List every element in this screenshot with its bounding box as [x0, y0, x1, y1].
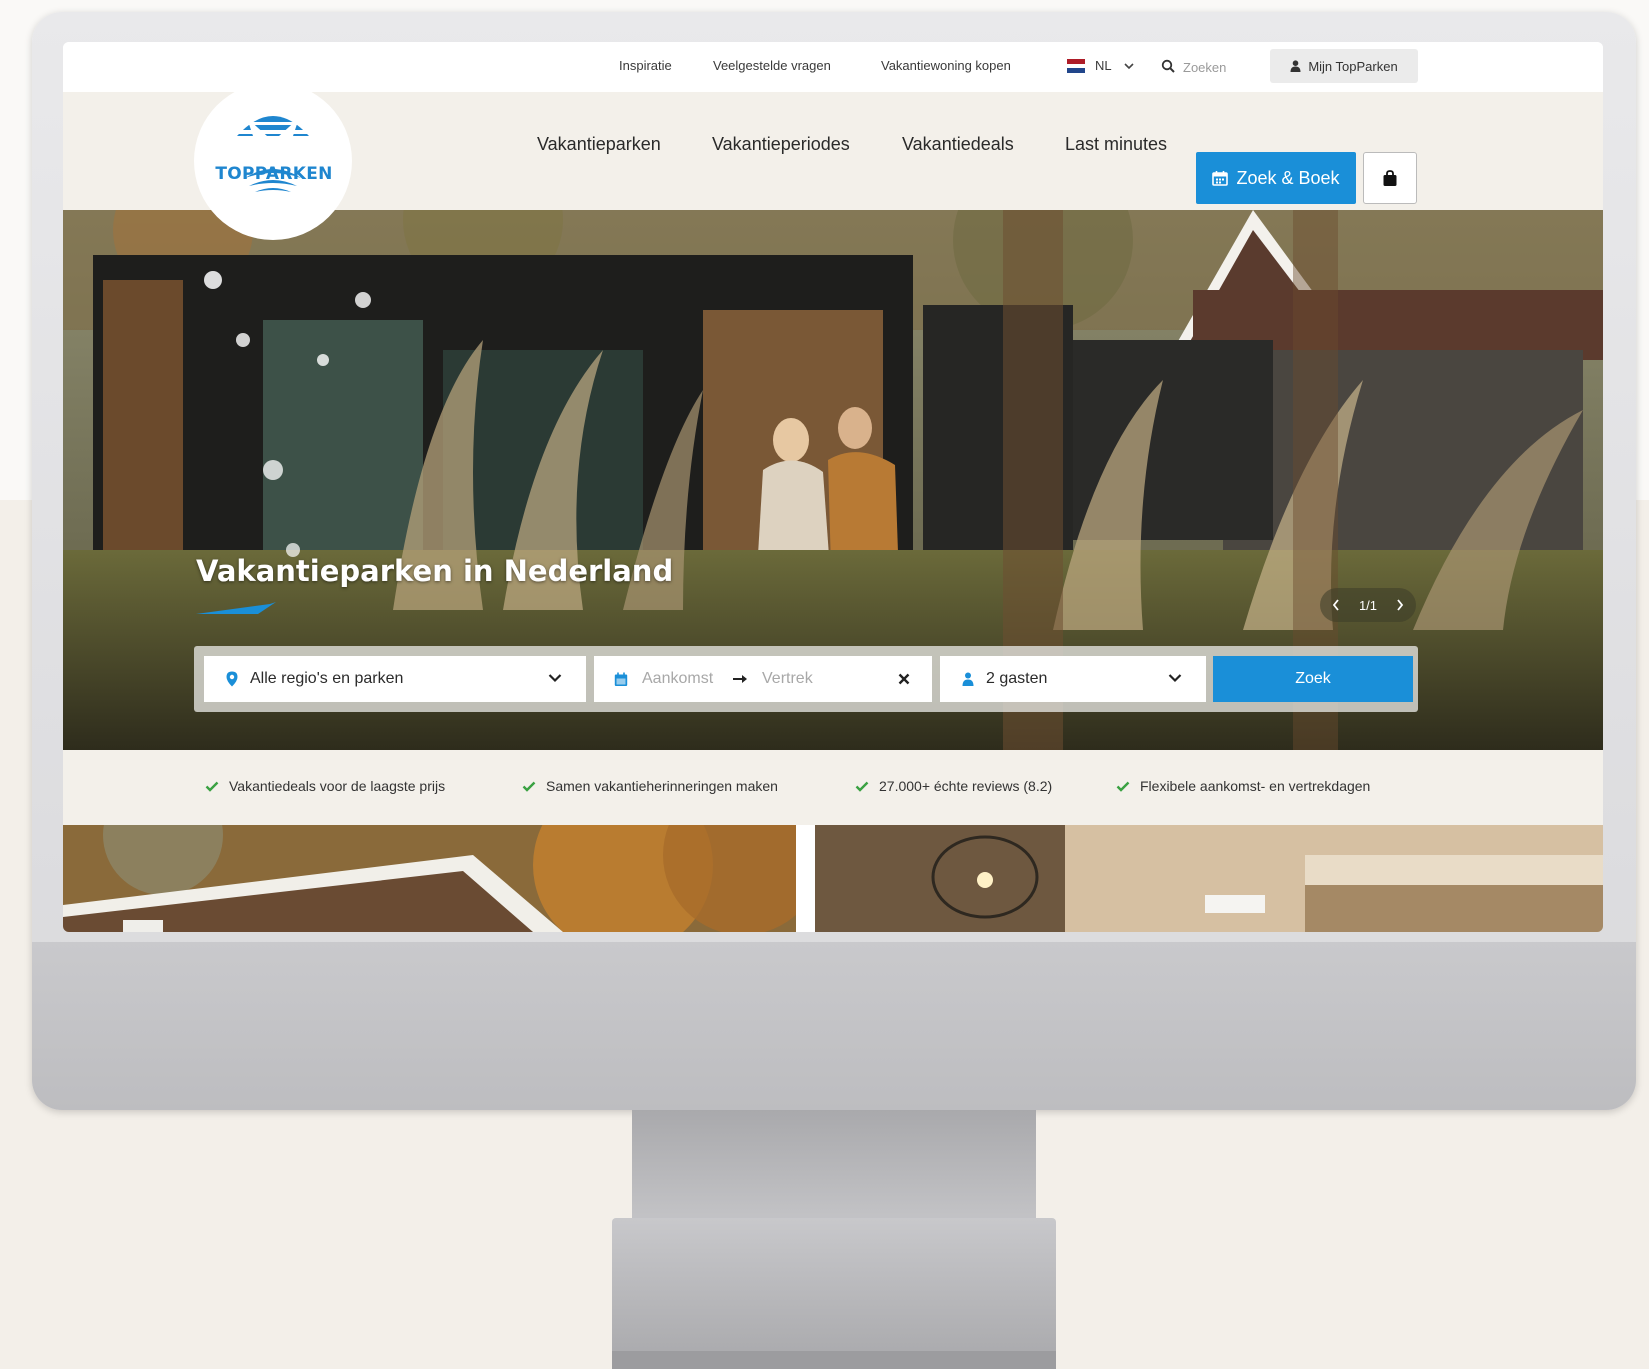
- region-value: Alle regio's en parken: [250, 670, 404, 687]
- chevron-down-icon: [548, 674, 562, 683]
- departure-field[interactable]: Vertrek: [762, 670, 813, 688]
- usp-item: Flexibele aankomst- en vertrekdagen: [1116, 778, 1370, 794]
- guests-value: 2 gasten: [986, 670, 1048, 687]
- netherlands-flag-icon[interactable]: [1067, 59, 1085, 74]
- nav-item-vakantieperiodes[interactable]: Vakantieperiodes: [712, 134, 850, 155]
- nav-item-vakantieparken[interactable]: Vakantieparken: [537, 134, 661, 155]
- clear-dates-icon[interactable]: [898, 673, 910, 685]
- logo[interactable]: [194, 82, 352, 240]
- cabin-photo: [63, 825, 796, 932]
- booking-search-bar: Alle regio's en parken Aankomst Vertrek …: [194, 646, 1418, 712]
- monitor-chin: [32, 942, 1636, 1110]
- monitor-stand-base: [612, 1218, 1056, 1369]
- nav-item-last-minutes[interactable]: Last minutes: [1065, 134, 1167, 155]
- bedroom-photo: [815, 825, 1603, 932]
- arrow-right-icon: [733, 675, 747, 683]
- usp-label: Samen vakantieherinneringen maken: [546, 778, 778, 794]
- brand-name: TOPPARKEN: [215, 164, 333, 184]
- checkmark-icon: [1116, 781, 1130, 792]
- topbar-search[interactable]: [1161, 56, 1251, 78]
- language-selector[interactable]: NL: [1095, 58, 1112, 73]
- usp-bar: Vakantiedeals voor de laagste prijs Same…: [63, 750, 1603, 825]
- zoek-boek-button[interactable]: Zoek & Boek: [1196, 152, 1356, 204]
- user-icon: [1290, 60, 1301, 72]
- usp-label: Flexibele aankomst- en vertrekdagen: [1140, 778, 1371, 794]
- topbar-link-faq[interactable]: Veelgestelde vragen: [713, 58, 831, 73]
- previous-slide-icon[interactable]: [1332, 599, 1340, 611]
- next-slide-icon[interactable]: [1396, 599, 1404, 611]
- zoek-boek-label: Zoek & Boek: [1236, 167, 1340, 188]
- main-navigation: TOPPARKEN Vakantieparken Vakantieperiode…: [63, 82, 1603, 240]
- interior-card-image[interactable]: [815, 825, 1603, 932]
- guests-select[interactable]: 2 gasten: [940, 656, 1206, 702]
- arrival-field[interactable]: Aankomst: [642, 670, 722, 688]
- monitor-stand-neck: [632, 1110, 1036, 1220]
- shopping-bag-button[interactable]: [1363, 152, 1417, 204]
- topbar-link-buy-house[interactable]: Vakantiewoning kopen: [881, 58, 1011, 73]
- usp-item: Samen vakantieherinneringen maken: [522, 778, 778, 794]
- search-icon: [1161, 59, 1175, 73]
- user-icon: [962, 672, 974, 686]
- date-range-field[interactable]: Aankomst Vertrek: [594, 656, 932, 702]
- hero-title: Vakantieparken in Nederland: [196, 554, 674, 588]
- hero-banner: Vakantieparken in Nederland 1/1 Alle reg…: [63, 210, 1603, 750]
- park-card-image[interactable]: [63, 825, 796, 932]
- slider-controls: 1/1: [1320, 588, 1416, 622]
- location-pin-icon: [226, 671, 238, 687]
- hero-underline-accent: [196, 602, 276, 614]
- account-button[interactable]: Mijn TopParken: [1270, 49, 1418, 83]
- nav-item-vakantiedeals[interactable]: Vakantiedeals: [902, 134, 1014, 155]
- checkmark-icon: [205, 781, 219, 792]
- calendar-icon: [614, 672, 628, 686]
- chevron-down-icon: [1168, 674, 1182, 683]
- search-input[interactable]: [1183, 56, 1251, 78]
- shopping-bag-icon: [1383, 169, 1397, 186]
- calendar-icon: [1212, 171, 1229, 186]
- account-label: Mijn TopParken: [1308, 58, 1398, 74]
- usp-label: 27.000+ échte reviews (8.2): [879, 778, 1053, 794]
- usp-label: Vakantiedeals voor de laagste prijs: [229, 778, 446, 794]
- topbar-link-inspiratie[interactable]: Inspiratie: [619, 58, 672, 73]
- website-screen: Inspiratie Veelgestelde vragen Vakantiew…: [63, 42, 1603, 932]
- checkmark-icon: [855, 781, 869, 792]
- chevron-down-icon[interactable]: [1124, 62, 1134, 70]
- search-submit-button[interactable]: Zoek: [1213, 656, 1413, 702]
- usp-item: Vakantiedeals voor de laagste prijs: [205, 778, 445, 794]
- region-select[interactable]: Alle regio's en parken: [204, 656, 586, 702]
- slide-counter: 1/1: [1358, 597, 1378, 613]
- usp-item: 27.000+ échte reviews (8.2): [855, 778, 1052, 794]
- checkmark-icon: [522, 781, 536, 792]
